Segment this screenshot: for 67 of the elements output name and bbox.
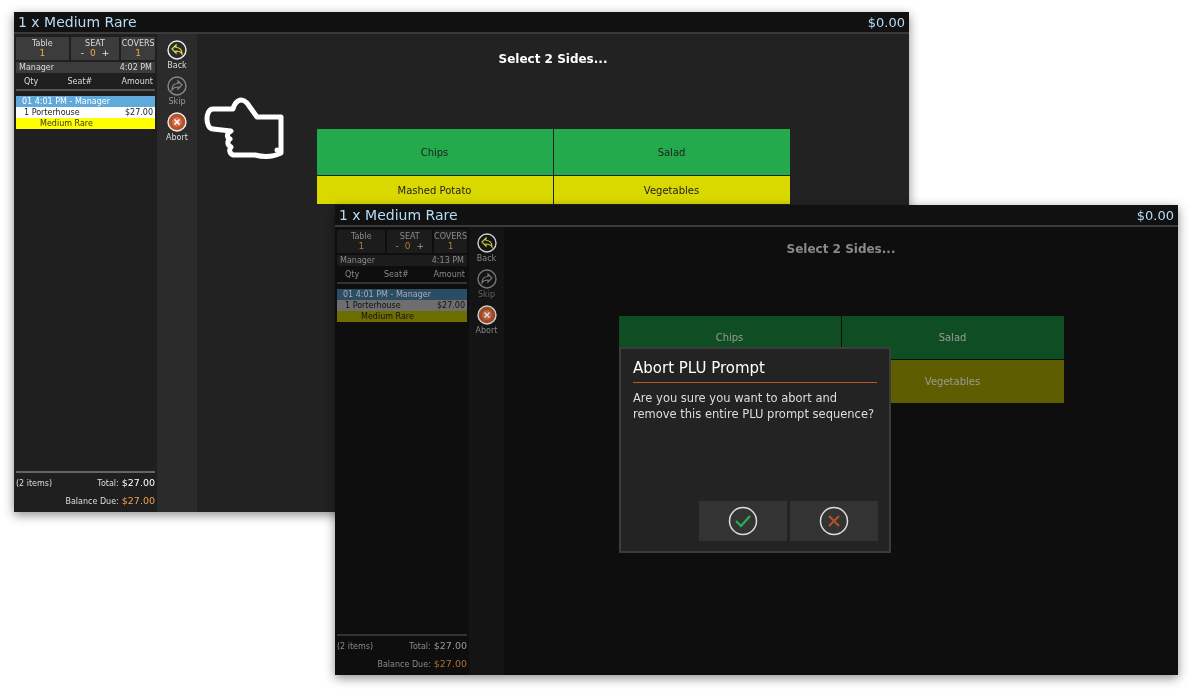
window-title: 1 x Medium Rare xyxy=(18,14,137,30)
table-value: 1 xyxy=(358,241,365,251)
balance-amount: $27.00 xyxy=(121,495,155,506)
seat-label: SEAT xyxy=(399,232,420,241)
option-tile[interactable]: Salad xyxy=(553,129,790,175)
covers-value: 1 xyxy=(135,48,141,58)
covers-label: COVERS xyxy=(434,232,467,241)
covers-value: 1 xyxy=(447,241,454,251)
table-value: 1 xyxy=(39,48,46,58)
table-label: Table xyxy=(32,39,53,48)
user-name: Manager xyxy=(19,63,55,72)
column-header: Amount xyxy=(121,77,153,86)
user-name: Manager xyxy=(340,256,376,265)
covers-label: COVERS xyxy=(121,39,155,48)
total-amount: $27.00 xyxy=(121,477,155,488)
option-tile[interactable]: Mashed Potato xyxy=(316,176,553,204)
table-label: Table xyxy=(350,232,372,241)
order-header[interactable]: 01 4:01 PM - Manager xyxy=(337,289,467,300)
balance-label: Balance Due: xyxy=(65,497,119,506)
order-amount: $0.00 xyxy=(1136,207,1174,223)
item-amount: $27.00 xyxy=(437,301,465,310)
close-icon xyxy=(476,305,497,325)
option-tile[interactable]: Chips xyxy=(316,129,553,175)
item-count: (2 items) xyxy=(337,642,374,651)
dialog-title: Abort PLU Prompt xyxy=(633,359,877,383)
prompt-title: Select 2 Sides... xyxy=(786,242,896,256)
order-item-row[interactable]: 1 Porterhouse $27.00 xyxy=(16,107,155,118)
prompt-title: Select 2 Sides... xyxy=(498,52,608,66)
close-icon xyxy=(819,506,849,536)
confirm-button[interactable] xyxy=(699,501,787,541)
order-item-row[interactable]: 1 Porterhouse $27.00 xyxy=(337,300,467,311)
checkmark-icon xyxy=(728,506,758,536)
order-amount: $0.00 xyxy=(867,14,905,30)
back-button[interactable]: Back xyxy=(476,233,497,263)
item-amount: $27.00 xyxy=(125,108,153,117)
column-header: Qty xyxy=(24,77,39,86)
abort-button[interactable]: Abort xyxy=(166,112,188,142)
column-header: Amount xyxy=(433,270,465,279)
seat-minus-button[interactable]: - xyxy=(80,48,84,58)
seat-label: SEAT xyxy=(85,39,105,48)
window-title: 1 x Medium Rare xyxy=(339,207,458,223)
item-modifier[interactable]: Medium Rare xyxy=(337,311,467,322)
seat-plus-button[interactable]: + xyxy=(101,48,110,58)
column-header: Qty xyxy=(345,270,360,279)
item-modifier[interactable]: Medium Rare xyxy=(16,118,155,129)
back-button[interactable]: Back xyxy=(167,40,187,70)
abort-button[interactable]: Abort xyxy=(475,305,498,335)
option-tile[interactable]: Salad xyxy=(841,316,1064,359)
close-icon xyxy=(167,112,187,132)
cancel-button[interactable] xyxy=(790,501,878,541)
pointing-hand-icon xyxy=(203,95,285,161)
item-name: 1 Porterhouse xyxy=(345,301,401,310)
balance-label: Balance Due: xyxy=(377,660,431,669)
clock-time: 4:02 PM xyxy=(119,63,152,72)
total-label: Total: xyxy=(97,479,119,488)
column-header: Seat# xyxy=(67,77,93,86)
column-header: Seat# xyxy=(384,270,409,279)
item-name: 1 Porterhouse xyxy=(24,108,80,117)
seat-value: 0 xyxy=(89,48,96,58)
seat-plus-button[interactable]: + xyxy=(416,241,425,251)
option-tile[interactable]: Vegetables xyxy=(553,176,790,204)
seat-value: 0 xyxy=(404,241,411,251)
total-amount: $27.00 xyxy=(433,640,467,651)
total-label: Total: xyxy=(409,642,431,651)
balance-amount: $27.00 xyxy=(433,658,467,669)
clock-time: 4:13 PM xyxy=(431,256,464,265)
item-count: (2 items) xyxy=(16,479,53,488)
